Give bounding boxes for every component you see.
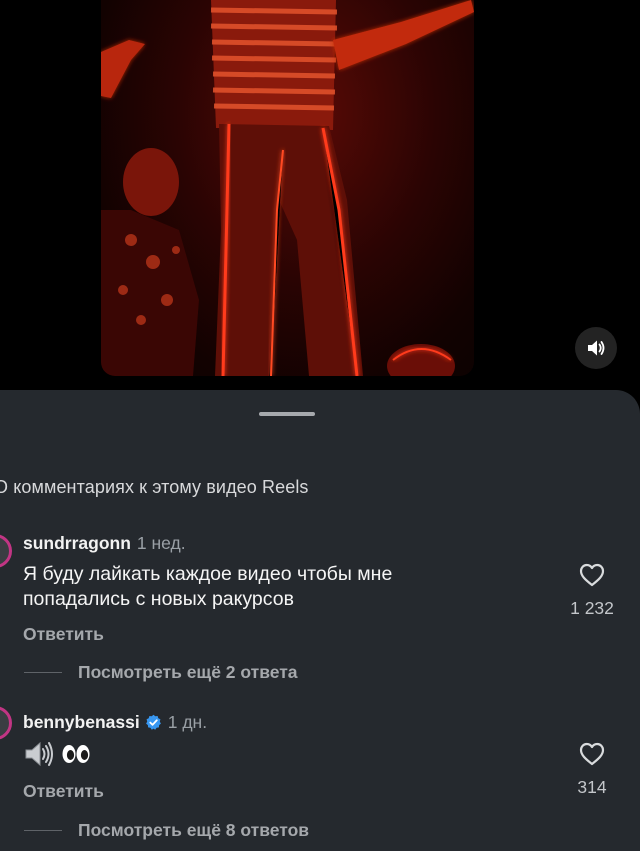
- reel-video-frame[interactable]: [101, 0, 474, 376]
- like-button[interactable]: 314: [560, 742, 624, 798]
- view-more-replies-button[interactable]: Посмотреть ещё 8 ответов: [24, 820, 309, 841]
- comment-header: sundrragonn 1 нед.: [23, 533, 186, 554]
- heart-icon: [579, 563, 605, 587]
- like-count: 1 232: [570, 598, 614, 618]
- view-more-replies-label: Посмотреть ещё 2 ответа: [78, 662, 298, 682]
- sheet-title: О комментариях к этому видео Reels: [0, 477, 309, 497]
- avatar[interactable]: [0, 706, 12, 740]
- replies-divider: [24, 830, 62, 831]
- verified-badge-icon: [145, 714, 162, 731]
- speaker-icon: [588, 340, 605, 356]
- mute-toggle-button[interactable]: [575, 327, 617, 369]
- heart-icon: [579, 742, 605, 766]
- like-button[interactable]: 1 232: [560, 563, 624, 619]
- view-more-replies-label: Посмотреть ещё 8 ответов: [78, 820, 310, 840]
- sheet-grabber-handle[interactable]: [259, 412, 315, 416]
- reel-video-area[interactable]: [0, 0, 640, 392]
- reply-button[interactable]: Ответить: [23, 624, 104, 645]
- speaker-icon: [25, 741, 53, 767]
- comments-sheet: О комментариях к этому видео Reels sundr…: [0, 390, 640, 851]
- replies-divider: [24, 672, 62, 673]
- reply-button[interactable]: Ответить: [23, 781, 104, 802]
- video-scene-image: [101, 0, 474, 376]
- comment-text: [23, 740, 91, 768]
- eyes-icon: [62, 745, 90, 763]
- comment-time: 1 дн.: [167, 712, 208, 732]
- comment-username[interactable]: bennybenassi: [23, 712, 140, 733]
- comment-header: bennybenassi 1 дн.: [23, 712, 207, 733]
- comment-text: Я буду лайкать каждое видео чтобы мне по…: [23, 563, 393, 610]
- view-more-replies-button[interactable]: Посмотреть ещё 2 ответа: [24, 662, 298, 683]
- comment-username[interactable]: sundrragonn: [23, 533, 131, 554]
- like-count: 314: [577, 777, 607, 797]
- comment-time: 1 нед.: [136, 533, 186, 553]
- avatar[interactable]: [0, 534, 12, 568]
